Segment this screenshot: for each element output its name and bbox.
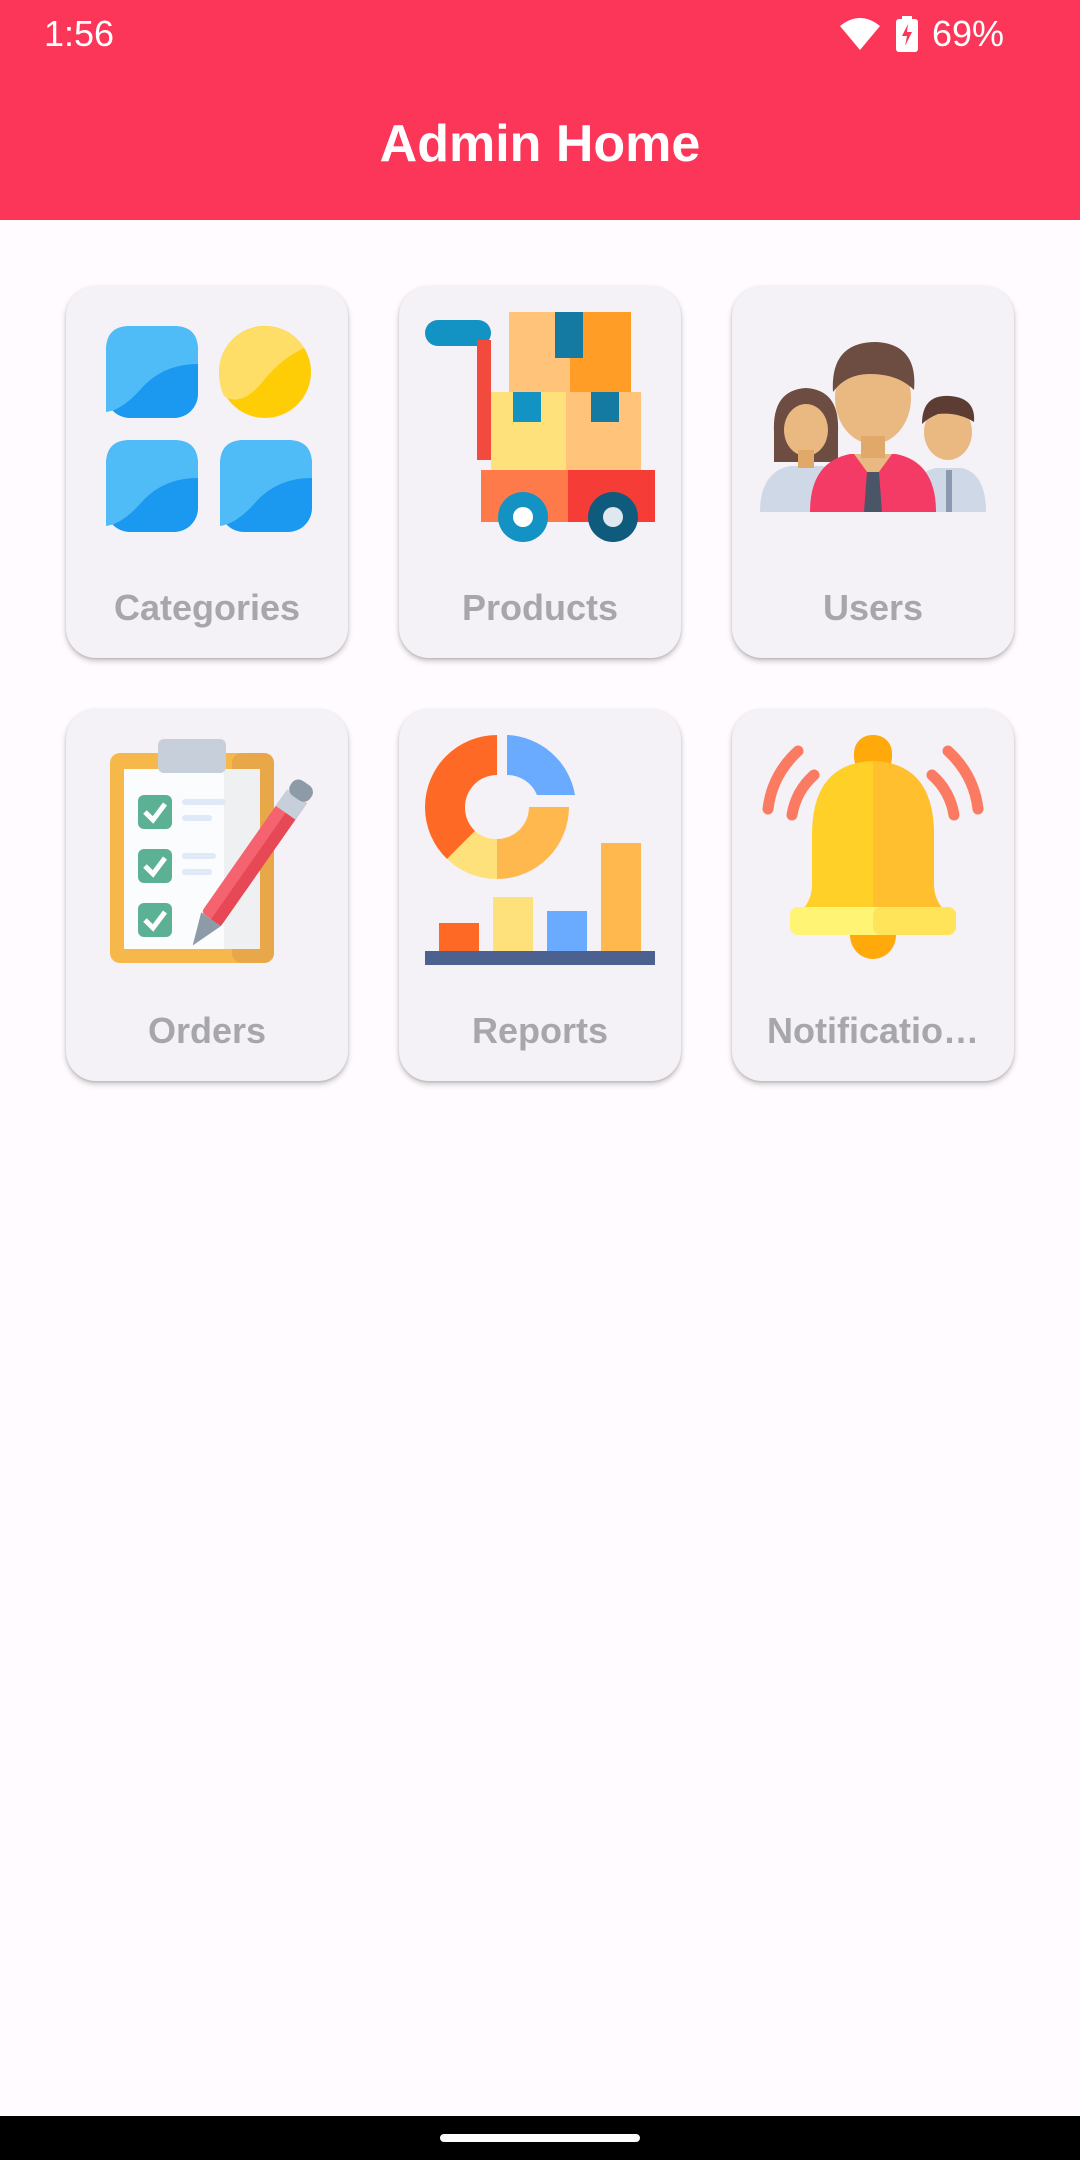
app-bar: 1:56 69% Admin Home bbox=[0, 0, 1080, 220]
battery-percent: 69% bbox=[931, 13, 1004, 54]
tile-label: Orders bbox=[147, 1010, 267, 1051]
tile-orders[interactable]: Orders bbox=[66, 709, 348, 1081]
orders-clipboard-icon bbox=[92, 735, 322, 965]
admin-tile-grid: Categories Products Users Orders Reports… bbox=[66, 286, 1014, 1081]
status-icons: 69% bbox=[838, 12, 1004, 56]
tile-reports[interactable]: Reports bbox=[399, 709, 681, 1081]
categories-icon bbox=[92, 312, 322, 542]
tile-label: Users bbox=[822, 587, 924, 628]
tile-label: Reports bbox=[471, 1010, 609, 1051]
reports-chart-icon bbox=[425, 735, 655, 965]
tile-products[interactable]: Products bbox=[399, 286, 681, 658]
battery-charging-icon bbox=[895, 16, 918, 52]
gesture-handle[interactable] bbox=[440, 2134, 640, 2142]
users-group-icon bbox=[758, 312, 988, 542]
notification-bell-icon bbox=[758, 735, 988, 965]
system-navigation-bar bbox=[0, 2116, 1080, 2160]
tile-label: Categories bbox=[113, 587, 301, 628]
tile-notifications[interactable]: Notificatio… bbox=[732, 709, 1014, 1081]
tile-categories[interactable]: Categories bbox=[66, 286, 348, 658]
products-cart-icon bbox=[425, 312, 655, 542]
wifi-icon bbox=[838, 16, 882, 52]
status-time: 1:56 bbox=[44, 13, 115, 54]
page-title: Admin Home bbox=[379, 115, 701, 173]
tile-label: Products bbox=[461, 587, 619, 628]
tile-label: Notificatio… bbox=[767, 1010, 979, 1051]
tile-users[interactable]: Users bbox=[732, 286, 1014, 658]
